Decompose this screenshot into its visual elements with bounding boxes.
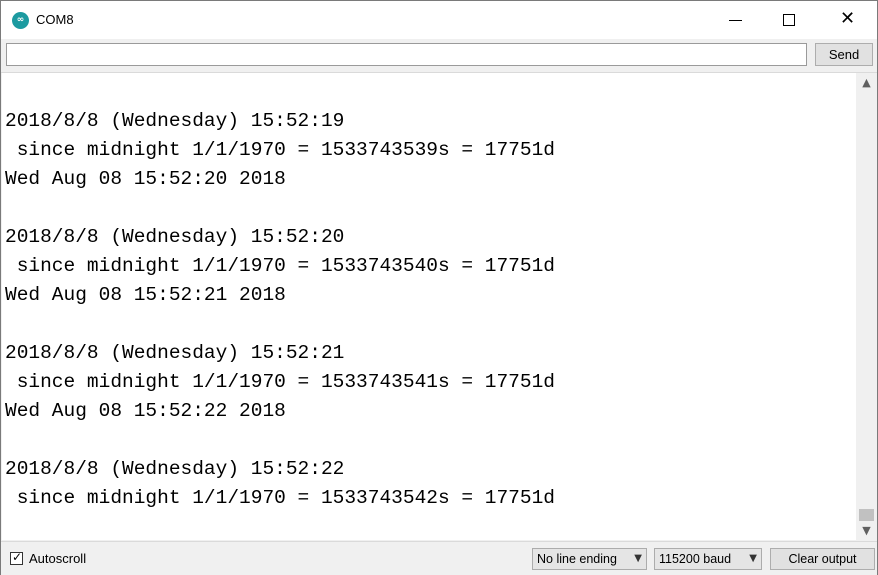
output-line: since midnight 1/1/1970 = 1533743541s = … (5, 371, 555, 393)
close-icon: ✕ (840, 8, 856, 29)
status-bar: ✓ Autoscroll No line ending ▼ 115200 bau… (1, 541, 877, 575)
scroll-down-chevron-icon[interactable]: ▼ (857, 521, 876, 540)
close-button[interactable]: ✕ (825, 1, 871, 39)
serial-monitor-window: ∞ COM8 ✕ Send · · 2018/8/8 (Wednesday) 1… (0, 0, 878, 575)
send-button[interactable]: Send (815, 43, 873, 66)
arduino-app-icon: ∞ (12, 12, 29, 29)
output-line: 2018/8/8 (Wednesday) 15:52:20 (5, 226, 345, 248)
scroll-thumb[interactable] (859, 509, 874, 521)
output-line: 2018/8/8 (Wednesday) 15:52:22 (5, 458, 345, 480)
serial-output[interactable]: · · 2018/8/8 (Wednesday) 15:52:19 since … (2, 73, 856, 540)
line-ending-select[interactable]: No line ending ▼ (532, 548, 647, 570)
output-line: 2018/8/8 (Wednesday) 15:52:21 (5, 342, 345, 364)
baud-rate-select[interactable]: 115200 baud ▼ (654, 548, 762, 570)
output-line: 2018/8/8 (Wednesday) 15:52:19 (5, 110, 345, 132)
checkmark-icon: ✓ (11, 550, 23, 564)
send-toolbar: Send (1, 39, 877, 73)
output-line: since midnight 1/1/1970 = 1533743540s = … (5, 255, 555, 277)
output-line: since midnight 1/1/1970 = 1533743542s = … (5, 487, 555, 509)
window-title: COM8 (36, 12, 74, 27)
title-bar[interactable]: ∞ COM8 ✕ (1, 1, 877, 39)
output-line: Wed Aug 08 15:52:20 2018 (5, 168, 286, 190)
chevron-down-icon: ▼ (634, 553, 642, 564)
serial-input[interactable] (6, 43, 807, 66)
output-cut-line: · · (2, 73, 95, 83)
baud-rate-value: 115200 baud (659, 552, 732, 566)
line-ending-value: No line ending (537, 552, 617, 566)
maximize-button[interactable] (764, 1, 810, 39)
output-line: Wed Aug 08 15:52:21 2018 (5, 284, 286, 306)
minimize-button[interactable] (717, 1, 763, 39)
chevron-down-icon: ▼ (749, 553, 757, 564)
output-scrollbar[interactable]: ▲ ▼ (857, 73, 876, 540)
output-line: Wed Aug 08 15:52:22 2018 (5, 400, 286, 422)
autoscroll-label[interactable]: Autoscroll (29, 551, 86, 566)
maximize-icon (783, 14, 795, 26)
scroll-up-chevron-icon[interactable]: ▲ (857, 73, 876, 92)
output-line: since midnight 1/1/1970 = 1533743539s = … (5, 139, 555, 161)
clear-output-button[interactable]: Clear output (770, 548, 875, 570)
autoscroll-checkbox[interactable]: ✓ (10, 550, 23, 565)
minimize-icon (729, 20, 742, 21)
